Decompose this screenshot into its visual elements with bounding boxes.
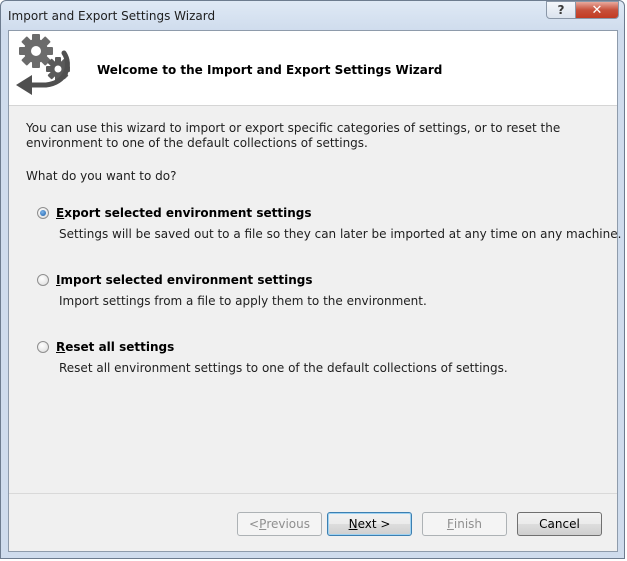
- wizard-window: Import and Export Settings Wizard ? ✕ We…: [0, 0, 625, 559]
- cancel-button[interactable]: Cancel: [517, 512, 602, 536]
- export-description: Settings will be saved out to a file so …: [59, 227, 622, 241]
- help-icon: ?: [557, 3, 565, 17]
- finish-button[interactable]: Finish: [422, 512, 507, 536]
- import-radio[interactable]: [37, 274, 49, 286]
- previous-button[interactable]: < Previous: [237, 512, 322, 536]
- next-button[interactable]: Next >: [327, 512, 412, 536]
- button-separator: [9, 493, 617, 494]
- export-label[interactable]: Export selected environment settings: [56, 206, 311, 220]
- banner-title: Welcome to the Import and Export Setting…: [97, 63, 443, 77]
- title-bar[interactable]: Import and Export Settings Wizard ? ✕: [1, 1, 624, 31]
- import-label[interactable]: Import selected environment settings: [56, 273, 313, 287]
- reset-label[interactable]: Reset all settings: [56, 340, 174, 354]
- reset-description: Reset all environment settings to one of…: [59, 361, 508, 375]
- import-description: Import settings from a file to apply the…: [59, 294, 427, 308]
- intro-text: You can use this wizard to import or exp…: [26, 121, 561, 150]
- reset-radio[interactable]: [37, 341, 49, 353]
- gears-arrow-icon: [16, 34, 70, 95]
- help-button[interactable]: ?: [546, 1, 576, 19]
- close-icon: ✕: [591, 2, 603, 18]
- export-radio[interactable]: [37, 207, 49, 219]
- question-text: What do you want to do?: [26, 169, 177, 183]
- window-title: Import and Export Settings Wizard: [8, 9, 216, 23]
- wizard-banner: Welcome to the Import and Export Setting…: [9, 31, 617, 106]
- wizard-client-area: Welcome to the Import and Export Setting…: [8, 30, 622, 552]
- close-button[interactable]: ✕: [575, 1, 619, 19]
